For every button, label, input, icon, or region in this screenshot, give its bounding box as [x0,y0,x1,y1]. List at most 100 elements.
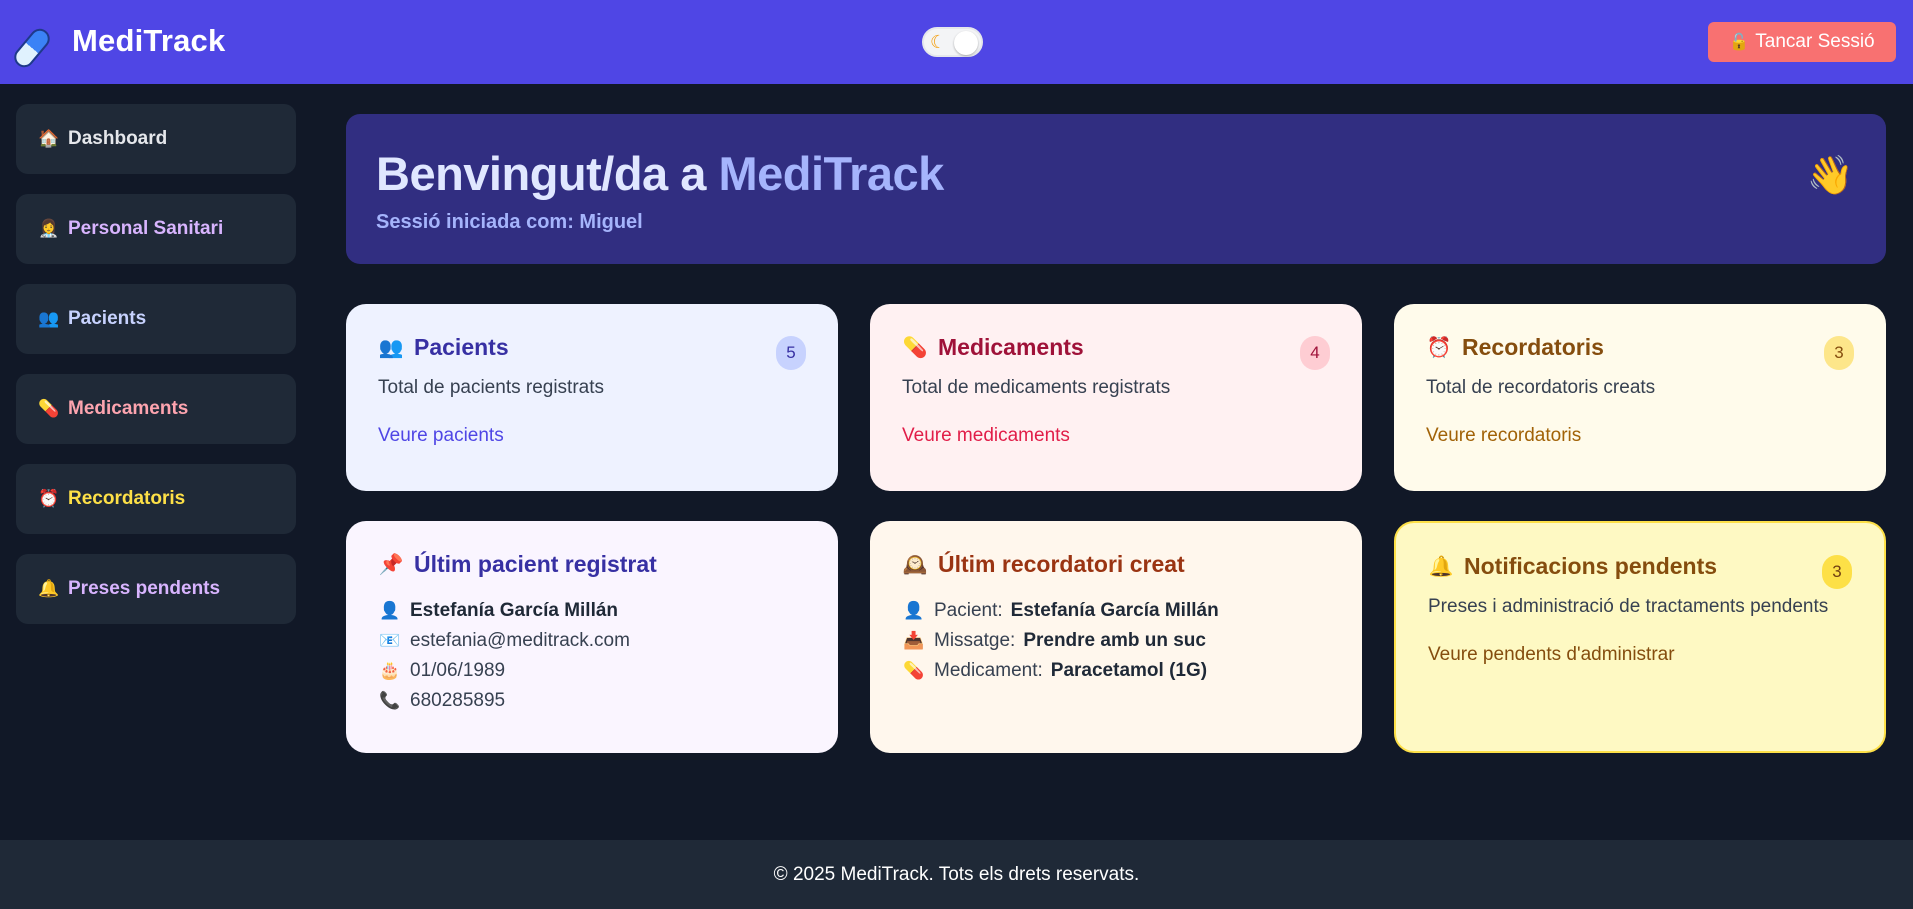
person-icon: 👤 [379,601,401,620]
sidebar-item-medicaments[interactable]: 💊 Medicaments [16,374,296,444]
last-reminder-card: 🕰️ Últim recordatori creat 👤 Pacient: Es… [870,521,1362,753]
sidebar: 🏠 Dashboard 👩‍⚕️ Personal Sanitari 👥 Pac… [16,104,296,644]
sidebar-item-personal-sanitari[interactable]: 👩‍⚕️ Personal Sanitari [16,194,296,264]
card-title: ⏰ Recordatoris [1426,334,1854,361]
main-content: Benvingut/da a MediTrack Sessió iniciada… [346,114,1886,753]
card-title: 💊 Medicaments [902,334,1330,361]
cards-grid: 👥 Pacients 5 Total de pacients registrat… [346,304,1886,753]
patient-phone: 680285895 [410,690,506,711]
top-navbar: MediTrack ☾ 🔓 Tancar Sessió [0,0,1913,84]
view-pending-link[interactable]: Veure pendents d'administrar [1428,644,1675,666]
alarm-clock-icon: ⏰ [38,489,60,508]
notifications-card: 🔔 Notificacions pendents 3 Preses i admi… [1394,521,1886,753]
sidebar-item-label: Personal Sanitari [68,218,224,239]
sidebar-item-pacients[interactable]: 👥 Pacients [16,284,296,354]
card-title-text: Recordatoris [1462,334,1604,360]
medications-card: 💊 Medicaments 4 Total de medicaments reg… [870,304,1362,491]
footer: © 2025 MediTrack. Tots els drets reserva… [0,840,1913,909]
people-icon: 👥 [378,337,404,359]
card-description: Total de recordatoris creats [1426,377,1656,398]
sidebar-item-label: Preses pendents [68,578,221,599]
last-patient-card: 📌 Últim pacient registrat 👤 Estefanía Ga… [346,521,838,753]
unlock-icon: 🔓 [1729,34,1750,51]
pill-icon: 💊 [903,661,925,680]
reminder-info: 👤 Pacient: Estefanía García Millán 📥 Mis… [902,596,1330,686]
count-badge: 3 [1824,336,1854,370]
sidebar-item-dashboard[interactable]: 🏠 Dashboard [16,104,296,174]
patient-birth-row: 🎂 01/06/1989 [378,656,806,686]
welcome-banner: Benvingut/da a MediTrack Sessió iniciada… [346,114,1886,264]
logout-label: Tancar Sessió [1755,31,1875,52]
patient-email: estefania@meditrack.com [410,630,630,651]
brand-name: MediTrack [72,23,226,58]
health-worker-icon: 👩‍⚕️ [38,219,60,238]
reminder-message-row: 📥 Missatge: Prendre amb un suc [902,626,1330,656]
card-title: 📌 Últim pacient registrat [378,551,806,578]
reminder-message: Prendre amb un suc [1023,630,1206,651]
pill-icon: 💊 [38,399,60,418]
card-title-text: Notificacions pendents [1464,553,1718,579]
patient-birthdate: 01/06/1989 [410,660,506,681]
card-description: Total de pacients registrats [378,377,605,398]
pill-icon [10,18,58,72]
card-description: Preses i administració de tractaments pe… [1428,596,1829,617]
view-patients-link[interactable]: Veure pacients [378,425,504,447]
count-badge: 4 [1300,336,1330,370]
welcome-title-prefix: Benvingut/da a [376,147,706,200]
email-icon: 📧 [379,631,401,650]
card-title: 🔔 Notificacions pendents [1428,553,1852,580]
reminder-message-label: Missatge: [934,630,1016,651]
patient-name-row: 👤 Estefanía García Millán [378,596,806,626]
reminder-patient-label: Pacient: [934,600,1003,621]
reminders-card: ⏰ Recordatoris 3 Total de recordatoris c… [1394,304,1886,491]
theme-toggle[interactable]: ☾ [922,27,983,57]
sidebar-item-label: Pacients [68,308,147,329]
reminder-patient: Estefanía García Millán [1010,600,1219,621]
patient-phone-row: 📞 680285895 [378,686,806,716]
toggle-knob [954,31,978,55]
logout-button[interactable]: 🔓 Tancar Sessió [1708,22,1896,62]
view-reminders-link[interactable]: Veure recordatoris [1426,425,1581,447]
bell-icon: 🔔 [38,579,60,598]
alarm-clock-icon: ⏰ [1426,337,1452,359]
patient-name: Estefanía García Millán [410,600,619,621]
inbox-tray-icon: 📥 [903,631,925,650]
card-description: Total de medicaments registrats [902,377,1171,398]
copyright-text: © 2025 MediTrack. Tots els drets reserva… [773,863,1140,885]
sidebar-item-label: Dashboard [68,128,168,149]
reminder-patient-row: 👤 Pacient: Estefanía García Millán [902,596,1330,626]
card-title-text: Medicaments [938,334,1084,360]
card-title: 👥 Pacients [378,334,806,361]
pill-icon: 💊 [902,337,928,359]
patient-email-row: 📧 estefania@meditrack.com [378,626,806,656]
welcome-title: Benvingut/da a MediTrack [376,146,1856,201]
count-badge: 3 [1822,555,1852,589]
card-title: 🕰️ Últim recordatori creat [902,551,1330,578]
card-title-text: Últim pacient registrat [414,551,657,577]
mantelpiece-clock-icon: 🕰️ [902,554,928,576]
person-icon: 👤 [903,601,925,620]
phone-icon: 📞 [379,691,401,710]
session-label: Sessió iniciada com: Miguel [376,211,643,233]
birthday-cake-icon: 🎂 [379,661,401,680]
card-title-text: Últim recordatori creat [938,551,1185,577]
people-icon: 👥 [38,309,60,328]
wave-icon: 👋 [1806,155,1854,197]
sidebar-item-recordatoris[interactable]: ⏰ Recordatoris [16,464,296,534]
welcome-title-accent: MediTrack [718,147,944,200]
patient-info: 👤 Estefanía García Millán 📧 estefania@me… [378,596,806,716]
view-medications-link[interactable]: Veure medicaments [902,425,1070,447]
card-title-text: Pacients [414,334,509,360]
patients-card: 👥 Pacients 5 Total de pacients registrat… [346,304,838,491]
brand[interactable]: MediTrack [10,18,226,72]
pushpin-icon: 📌 [378,554,404,576]
sidebar-item-preses-pendents[interactable]: 🔔 Preses pendents [16,554,296,624]
reminder-medication: Paracetamol (1G) [1050,660,1208,681]
bell-icon: 🔔 [1428,556,1454,578]
sidebar-item-label: Recordatoris [68,488,186,509]
count-badge: 5 [776,336,806,370]
house-icon: 🏠 [38,129,60,148]
reminder-medication-row: 💊 Medicament: Paracetamol (1G) [902,656,1330,686]
reminder-medication-label: Medicament: [934,660,1043,681]
sidebar-item-label: Medicaments [68,398,189,419]
